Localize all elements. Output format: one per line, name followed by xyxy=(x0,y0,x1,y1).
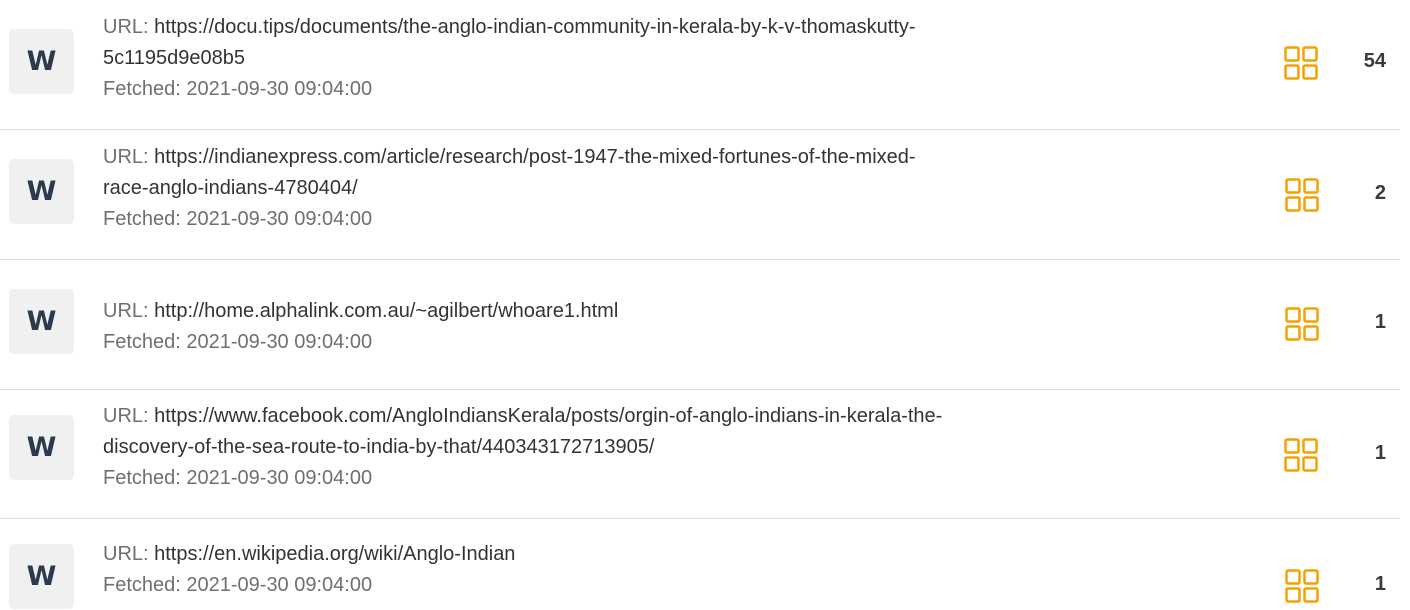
url-link-continued[interactable]: discovery-of-the-sea-route-to-india-by-t… xyxy=(103,432,1253,463)
source-url[interactable]: URL: https://docu.tips/documents/the-ang… xyxy=(103,12,1253,43)
source-type-badge: W xyxy=(9,415,74,480)
url-label: URL: xyxy=(103,543,155,565)
match-count: 1 xyxy=(1374,311,1386,333)
fetched-timestamp: Fetched: 2021-09-30 09:04:00 xyxy=(103,208,373,230)
source-url[interactable]: URL: http://home.alphalink.com.au/~agilb… xyxy=(103,296,1253,327)
match-count: 1 xyxy=(1374,442,1386,464)
source-url[interactable]: URL: https://en.wikipedia.org/wiki/Anglo… xyxy=(103,539,1253,570)
url-link-continued[interactable]: 5c1195d9e08b5 xyxy=(103,43,1253,74)
source-type-badge: W xyxy=(9,289,74,354)
match-count: 2 xyxy=(1374,182,1386,204)
url-link[interactable]: https://www.facebook.com/AngloIndiansKer… xyxy=(154,405,942,427)
url-link[interactable]: https://en.wikipedia.org/wiki/Anglo-Indi… xyxy=(154,543,515,565)
match-count: 54 xyxy=(1363,50,1386,72)
url-label: URL: xyxy=(103,405,155,427)
source-details: URL: https://en.wikipedia.org/wiki/Anglo… xyxy=(103,539,1253,601)
source-row[interactable]: W URL: https://indianexpress.com/article/… xyxy=(0,130,1410,258)
url-link[interactable]: https://indianexpress.com/article/resear… xyxy=(154,146,915,168)
url-label: URL: xyxy=(103,300,155,322)
url-label: URL: xyxy=(103,16,155,38)
source-type-badge: W xyxy=(9,544,74,609)
fetched-timestamp: Fetched: 2021-09-30 09:04:00 xyxy=(103,467,373,489)
source-type-badge: W xyxy=(9,29,74,94)
match-count: 1 xyxy=(1374,573,1386,595)
source-url[interactable]: URL: https://indianexpress.com/article/r… xyxy=(103,142,1253,173)
url-label: URL: xyxy=(103,146,155,168)
url-link[interactable]: http://home.alphalink.com.au/~agilbert/w… xyxy=(154,300,618,322)
source-details: URL: https://indianexpress.com/article/r… xyxy=(103,142,1253,235)
grid-icon[interactable] xyxy=(1285,178,1319,212)
grid-icon[interactable] xyxy=(1284,46,1318,80)
source-details: URL: https://docu.tips/documents/the-ang… xyxy=(103,12,1253,105)
source-details: URL: https://www.facebook.com/AngloIndia… xyxy=(103,401,1253,494)
url-link[interactable]: https://docu.tips/documents/the-anglo-in… xyxy=(154,16,915,38)
fetched-timestamp: Fetched: 2021-09-30 09:04:00 xyxy=(103,331,373,353)
fetched-timestamp: Fetched: 2021-09-30 09:04:00 xyxy=(103,574,373,596)
fetched-timestamp: Fetched: 2021-09-30 09:04:00 xyxy=(103,78,373,100)
source-row[interactable]: W URL: https://en.wikipedia.org/wiki/Angl… xyxy=(0,519,1410,610)
grid-icon[interactable] xyxy=(1285,307,1319,341)
url-link-continued[interactable]: race-anglo-indians-4780404/ xyxy=(103,173,1253,204)
source-row[interactable]: W URL: https://www.facebook.com/AngloIndi… xyxy=(0,389,1410,517)
source-details: URL: http://home.alphalink.com.au/~agilb… xyxy=(103,296,1253,358)
grid-icon[interactable] xyxy=(1285,569,1319,603)
grid-icon[interactable] xyxy=(1284,438,1318,472)
source-url[interactable]: URL: https://www.facebook.com/AngloIndia… xyxy=(103,401,1253,432)
source-row[interactable]: W URL: http://home.alphalink.com.au/~agil… xyxy=(0,260,1410,388)
source-row[interactable]: W URL: https://docu.tips/documents/the-an… xyxy=(0,0,1410,128)
source-type-badge: W xyxy=(9,159,74,224)
